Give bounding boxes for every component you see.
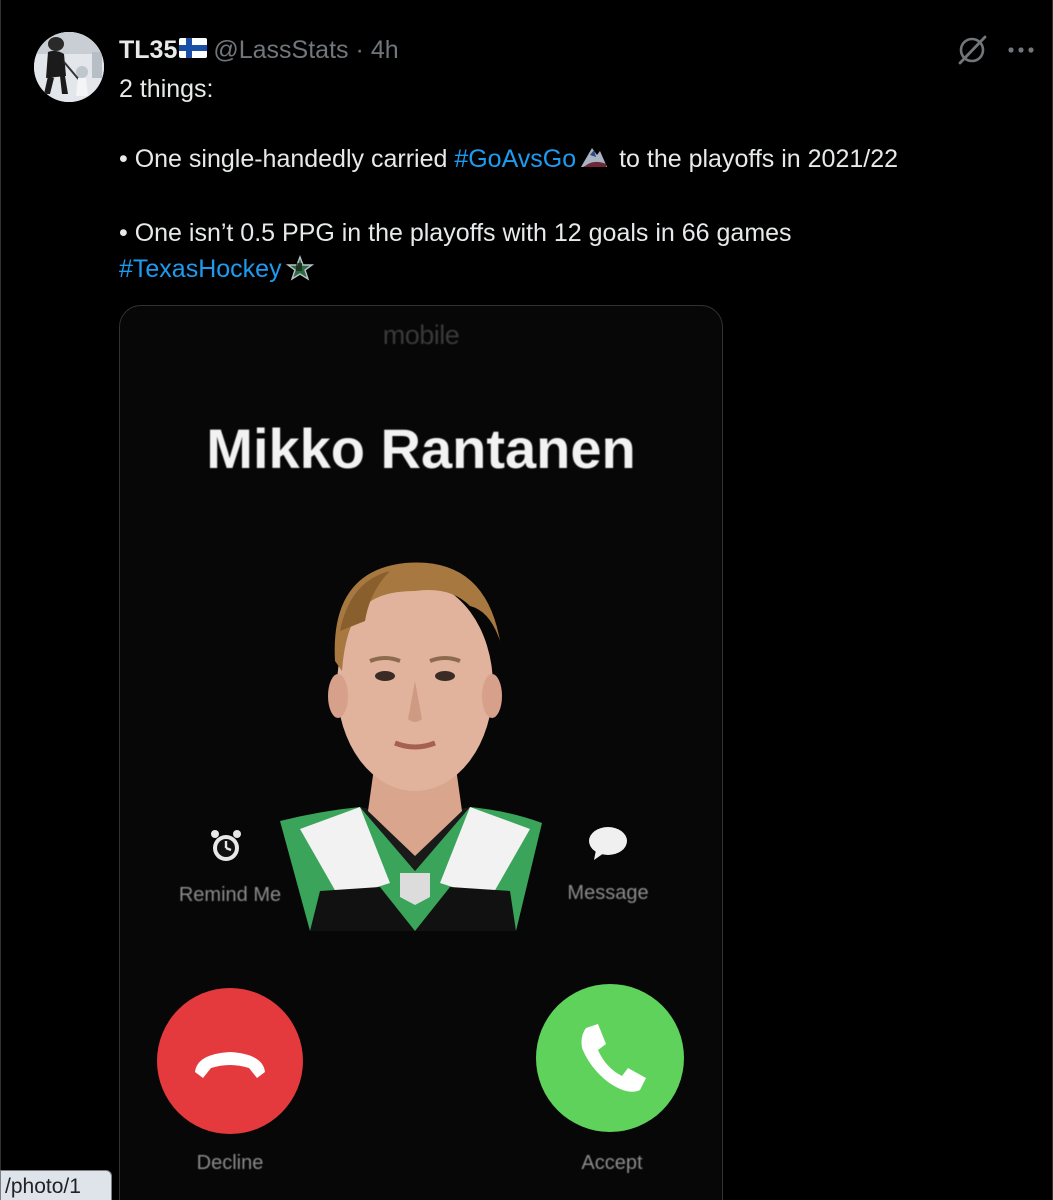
hashtag-texashockey[interactable]: #TexasHockey — [119, 255, 282, 283]
hockey-player-avatar-icon — [34, 32, 104, 102]
more-options-icon[interactable] — [1005, 34, 1037, 66]
media-carrier-label: mobile — [382, 320, 460, 350]
column-border-left — [0, 0, 1, 1200]
tweet-hashtag-line: #TexasHockey — [119, 251, 1019, 291]
accept-label: Accept — [581, 1152, 643, 1174]
remind-me-label: Remind Me — [178, 884, 282, 906]
bullet-1-suffix: to the playoffs in 2021/22 — [612, 145, 899, 173]
bullet-1-prefix: • One single-handedly carried — [119, 145, 455, 173]
link-url-tooltip: /photo/1 — [0, 1170, 112, 1200]
hang-up-phone-icon — [195, 1052, 265, 1078]
avalanche-logo-icon — [579, 145, 609, 181]
tweet-view: TL35 @LassStats · 4h 2 things: • One sin… — [0, 0, 1053, 1200]
author-avatar[interactable] — [34, 32, 104, 102]
accept-call-button — [536, 984, 684, 1132]
header-separator: · — [355, 35, 364, 64]
alarm-clock-icon — [211, 830, 241, 861]
tweet-timestamp[interactable]: 4h — [371, 36, 399, 65]
message-bubble-icon — [589, 827, 627, 860]
author-display-name[interactable]: TL35 — [119, 36, 177, 65]
tweet-bullet-1: • One single-handedly carried #GoAvsGo t… — [119, 141, 1019, 181]
decline-label: Decline — [196, 1152, 264, 1174]
finland-flag-icon — [179, 36, 208, 65]
grok-icon[interactable] — [954, 32, 990, 68]
tweet-text: 2 things: • One single-handedly carried … — [119, 71, 1019, 291]
message-label: Message — [567, 882, 649, 904]
media-caller-name: Mikko Rantanen — [206, 417, 636, 480]
tweet-bullet-2: • One isn’t 0.5 PPG in the playoffs with… — [119, 219, 792, 247]
decline-call-button — [157, 988, 303, 1134]
player-portrait-image — [280, 562, 542, 931]
hashtag-goavsgo[interactable]: #GoAvsGo — [454, 145, 576, 173]
tweet-line-intro: 2 things: — [119, 75, 214, 103]
tweet-header: TL35 @LassStats · 4h — [119, 33, 399, 67]
tweet-media-image[interactable]: mobile Mikko Rantanen Remind Me Message … — [119, 305, 723, 1200]
author-handle[interactable]: @LassStats — [213, 36, 348, 65]
phone-icon — [581, 1024, 646, 1092]
dallas-stars-logo-icon — [285, 255, 315, 291]
